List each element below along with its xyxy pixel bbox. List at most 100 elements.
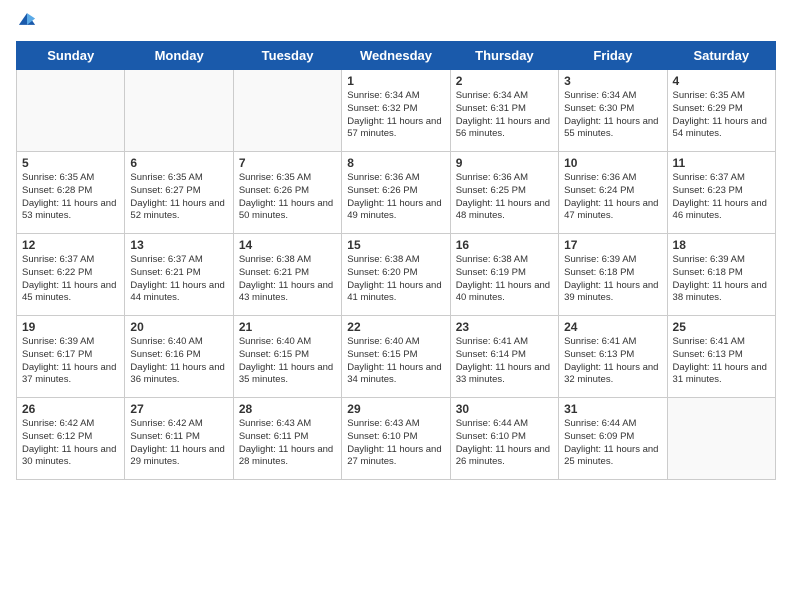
day-info: Sunrise: 6:40 AM Sunset: 6:16 PM Dayligh… bbox=[130, 336, 227, 387]
calendar-cell bbox=[125, 70, 233, 152]
calendar-cell bbox=[17, 70, 125, 152]
weekday-header-row: SundayMondayTuesdayWednesdayThursdayFrid… bbox=[17, 42, 776, 70]
day-number: 24 bbox=[564, 320, 661, 334]
weekday-header-saturday: Saturday bbox=[667, 42, 775, 70]
calendar-cell: 24Sunrise: 6:41 AM Sunset: 6:13 PM Dayli… bbox=[559, 316, 667, 398]
day-number: 12 bbox=[22, 238, 119, 252]
day-number: 23 bbox=[456, 320, 553, 334]
calendar-cell: 4 Sunrise: 6:35 AM Sunset: 6:29 PM Daylig… bbox=[667, 70, 775, 152]
day-number: 8 bbox=[347, 156, 444, 170]
calendar-cell: 6Sunrise: 6:35 AM Sunset: 6:27 PM Daylig… bbox=[125, 152, 233, 234]
calendar-cell: 13 Sunrise: 6:37 AM Sunset: 6:21 PM Dayli… bbox=[125, 234, 233, 316]
calendar-cell: 15Sunrise: 6:38 AM Sunset: 6:20 PM Dayli… bbox=[342, 234, 450, 316]
day-info: Sunrise: 6:34 AM Sunset: 6:32 PM Dayligh… bbox=[347, 90, 444, 141]
calendar-cell: 22 Sunrise: 6:40 AM Sunset: 6:15 PM Dayli… bbox=[342, 316, 450, 398]
calendar-cell: 7 Sunrise: 6:35 AM Sunset: 6:26 PM Daylig… bbox=[233, 152, 341, 234]
day-number: 17 bbox=[564, 238, 661, 252]
day-number: 9 bbox=[456, 156, 553, 170]
day-number: 25 bbox=[673, 320, 770, 334]
day-number: 16 bbox=[456, 238, 553, 252]
calendar-cell: 2 Sunrise: 6:34 AM Sunset: 6:31 PM Daylig… bbox=[450, 70, 558, 152]
calendar-cell: 5Sunrise: 6:35 AM Sunset: 6:28 PM Daylig… bbox=[17, 152, 125, 234]
calendar-cell: 27 Sunrise: 6:42 AM Sunset: 6:11 PM Dayli… bbox=[125, 398, 233, 480]
day-number: 28 bbox=[239, 402, 336, 416]
day-info: Sunrise: 6:37 AM Sunset: 6:23 PM Dayligh… bbox=[673, 172, 770, 223]
page: SundayMondayTuesdayWednesdayThursdayFrid… bbox=[0, 0, 792, 612]
day-info: Sunrise: 6:40 AM Sunset: 6:15 PM Dayligh… bbox=[347, 336, 444, 387]
calendar: SundayMondayTuesdayWednesdayThursdayFrid… bbox=[16, 41, 776, 480]
day-info: Sunrise: 6:36 AM Sunset: 6:26 PM Dayligh… bbox=[347, 172, 444, 223]
calendar-cell: 10 Sunrise: 6:36 AM Sunset: 6:24 PM Dayli… bbox=[559, 152, 667, 234]
week-row-0: 1 Sunrise: 6:34 AM Sunset: 6:32 PM Daylig… bbox=[17, 70, 776, 152]
calendar-cell: 18Sunrise: 6:39 AM Sunset: 6:18 PM Dayli… bbox=[667, 234, 775, 316]
calendar-cell: 20 Sunrise: 6:40 AM Sunset: 6:16 PM Dayli… bbox=[125, 316, 233, 398]
calendar-cell bbox=[233, 70, 341, 152]
calendar-cell: 16 Sunrise: 6:38 AM Sunset: 6:19 PM Dayli… bbox=[450, 234, 558, 316]
day-number: 15 bbox=[347, 238, 444, 252]
calendar-cell: 28 Sunrise: 6:43 AM Sunset: 6:11 PM Dayli… bbox=[233, 398, 341, 480]
calendar-cell: 26Sunrise: 6:42 AM Sunset: 6:12 PM Dayli… bbox=[17, 398, 125, 480]
day-number: 21 bbox=[239, 320, 336, 334]
day-number: 2 bbox=[456, 74, 553, 88]
day-number: 19 bbox=[22, 320, 119, 334]
calendar-cell bbox=[667, 398, 775, 480]
day-number: 4 bbox=[673, 74, 770, 88]
day-number: 29 bbox=[347, 402, 444, 416]
weekday-header-friday: Friday bbox=[559, 42, 667, 70]
calendar-cell: 21 Sunrise: 6:40 AM Sunset: 6:15 PM Dayli… bbox=[233, 316, 341, 398]
weekday-header-tuesday: Tuesday bbox=[233, 42, 341, 70]
day-info: Sunrise: 6:35 AM Sunset: 6:29 PM Dayligh… bbox=[673, 90, 770, 141]
weekday-header-wednesday: Wednesday bbox=[342, 42, 450, 70]
calendar-cell: 30 Sunrise: 6:44 AM Sunset: 6:10 PM Dayli… bbox=[450, 398, 558, 480]
day-number: 13 bbox=[130, 238, 227, 252]
day-info: Sunrise: 6:36 AM Sunset: 6:25 PM Dayligh… bbox=[456, 172, 553, 223]
calendar-cell: 12 Sunrise: 6:37 AM Sunset: 6:22 PM Dayli… bbox=[17, 234, 125, 316]
day-number: 5 bbox=[22, 156, 119, 170]
day-info: Sunrise: 6:40 AM Sunset: 6:15 PM Dayligh… bbox=[239, 336, 336, 387]
day-info: Sunrise: 6:42 AM Sunset: 6:12 PM Dayligh… bbox=[22, 418, 119, 469]
day-info: Sunrise: 6:36 AM Sunset: 6:24 PM Dayligh… bbox=[564, 172, 661, 223]
day-number: 6 bbox=[130, 156, 227, 170]
day-number: 10 bbox=[564, 156, 661, 170]
weekday-header-thursday: Thursday bbox=[450, 42, 558, 70]
day-info: Sunrise: 6:37 AM Sunset: 6:22 PM Dayligh… bbox=[22, 254, 119, 305]
day-info: Sunrise: 6:43 AM Sunset: 6:10 PM Dayligh… bbox=[347, 418, 444, 469]
weekday-header-monday: Monday bbox=[125, 42, 233, 70]
calendar-cell: 8 Sunrise: 6:36 AM Sunset: 6:26 PM Daylig… bbox=[342, 152, 450, 234]
calendar-cell: 11Sunrise: 6:37 AM Sunset: 6:23 PM Dayli… bbox=[667, 152, 775, 234]
day-number: 1 bbox=[347, 74, 444, 88]
day-info: Sunrise: 6:43 AM Sunset: 6:11 PM Dayligh… bbox=[239, 418, 336, 469]
day-info: Sunrise: 6:37 AM Sunset: 6:21 PM Dayligh… bbox=[130, 254, 227, 305]
week-row-2: 12 Sunrise: 6:37 AM Sunset: 6:22 PM Dayli… bbox=[17, 234, 776, 316]
calendar-cell: 14 Sunrise: 6:38 AM Sunset: 6:21 PM Dayli… bbox=[233, 234, 341, 316]
header bbox=[16, 10, 776, 33]
day-number: 14 bbox=[239, 238, 336, 252]
calendar-cell: 31 Sunrise: 6:44 AM Sunset: 6:09 PM Dayli… bbox=[559, 398, 667, 480]
week-row-1: 5Sunrise: 6:35 AM Sunset: 6:28 PM Daylig… bbox=[17, 152, 776, 234]
calendar-cell: 29 Sunrise: 6:43 AM Sunset: 6:10 PM Dayli… bbox=[342, 398, 450, 480]
week-row-3: 19Sunrise: 6:39 AM Sunset: 6:17 PM Dayli… bbox=[17, 316, 776, 398]
weekday-header-sunday: Sunday bbox=[17, 42, 125, 70]
day-info: Sunrise: 6:38 AM Sunset: 6:19 PM Dayligh… bbox=[456, 254, 553, 305]
day-number: 27 bbox=[130, 402, 227, 416]
day-info: Sunrise: 6:41 AM Sunset: 6:14 PM Dayligh… bbox=[456, 336, 553, 387]
calendar-cell: 25 Sunrise: 6:41 AM Sunset: 6:13 PM Dayli… bbox=[667, 316, 775, 398]
day-info: Sunrise: 6:39 AM Sunset: 6:18 PM Dayligh… bbox=[673, 254, 770, 305]
logo bbox=[16, 10, 38, 33]
day-number: 31 bbox=[564, 402, 661, 416]
day-number: 22 bbox=[347, 320, 444, 334]
logo-icon bbox=[18, 10, 36, 28]
day-number: 7 bbox=[239, 156, 336, 170]
week-row-4: 26Sunrise: 6:42 AM Sunset: 6:12 PM Dayli… bbox=[17, 398, 776, 480]
day-info: Sunrise: 6:41 AM Sunset: 6:13 PM Dayligh… bbox=[673, 336, 770, 387]
day-info: Sunrise: 6:44 AM Sunset: 6:10 PM Dayligh… bbox=[456, 418, 553, 469]
day-info: Sunrise: 6:38 AM Sunset: 6:21 PM Dayligh… bbox=[239, 254, 336, 305]
calendar-cell: 23 Sunrise: 6:41 AM Sunset: 6:14 PM Dayli… bbox=[450, 316, 558, 398]
day-number: 30 bbox=[456, 402, 553, 416]
day-info: Sunrise: 6:34 AM Sunset: 6:31 PM Dayligh… bbox=[456, 90, 553, 141]
calendar-cell: 3Sunrise: 6:34 AM Sunset: 6:30 PM Daylig… bbox=[559, 70, 667, 152]
day-number: 20 bbox=[130, 320, 227, 334]
day-info: Sunrise: 6:42 AM Sunset: 6:11 PM Dayligh… bbox=[130, 418, 227, 469]
day-info: Sunrise: 6:35 AM Sunset: 6:26 PM Dayligh… bbox=[239, 172, 336, 223]
day-info: Sunrise: 6:44 AM Sunset: 6:09 PM Dayligh… bbox=[564, 418, 661, 469]
